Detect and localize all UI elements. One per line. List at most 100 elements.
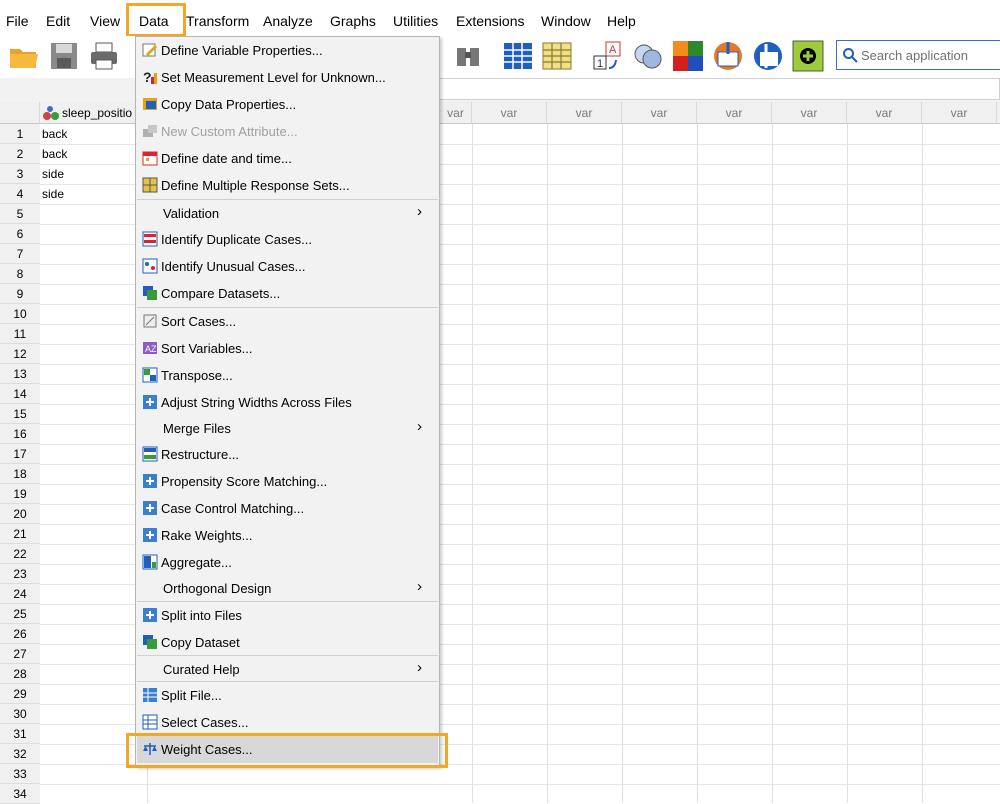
menu-utilities[interactable]: Utilities [393, 13, 438, 29]
menu-item-adjust-string-widths[interactable]: Adjust String Widths Across Files [137, 389, 438, 416]
menu-item-propensity-score-matching[interactable]: Propensity Score Matching... [137, 468, 438, 495]
custom-attribute-icon [143, 125, 157, 137]
menu-item-orthogonal-design[interactable]: Orthogonal Design › [137, 575, 438, 602]
go-to-variable-icon[interactable] [541, 40, 573, 72]
row-header[interactable]: 33 [0, 764, 40, 784]
menu-item-sort-cases[interactable]: Sort Cases... [137, 308, 438, 335]
row-header[interactable]: 18 [0, 464, 40, 484]
row-header[interactable]: 25 [0, 604, 40, 624]
menu-item-split-into-files[interactable]: Split into Files [137, 602, 438, 629]
row-header[interactable]: 9 [0, 284, 40, 304]
row-header[interactable]: 5 [0, 204, 40, 224]
menu-item-select-cases[interactable]: Select Cases... [137, 709, 438, 736]
data-cell[interactable]: side [42, 184, 64, 204]
menu-item-split-file[interactable]: Split File... [137, 682, 438, 709]
row-header[interactable]: 8 [0, 264, 40, 284]
menu-item-define-date-and-time[interactable]: Define date and time... [137, 145, 438, 172]
menu-item-copy-dataset[interactable]: Copy Dataset [137, 629, 438, 656]
row-header[interactable]: 29 [0, 684, 40, 704]
row-header[interactable]: 14 [0, 384, 40, 404]
data-cell[interactable]: back [42, 124, 67, 144]
menu-edit[interactable]: Edit [46, 13, 70, 29]
row-header[interactable]: 26 [0, 624, 40, 644]
row-header[interactable]: 13 [0, 364, 40, 384]
menu-window[interactable]: Window [541, 13, 591, 29]
menu-item-copy-data-properties[interactable]: Copy Data Properties... [137, 91, 438, 118]
menu-item-define-variable-properties[interactable]: Define Variable Properties... [137, 37, 438, 64]
cell-content-field[interactable] [440, 78, 1000, 100]
column-header-var[interactable]: var [472, 102, 547, 124]
row-header[interactable]: 15 [0, 404, 40, 424]
row-header[interactable]: 16 [0, 424, 40, 444]
row-header[interactable]: 6 [0, 224, 40, 244]
menu-item-rake-weights[interactable]: Rake Weights... [137, 522, 438, 549]
column-header-var[interactable]: var [440, 102, 472, 124]
row-header[interactable]: 1 [0, 124, 40, 144]
menu-item-merge-files[interactable]: Merge Files › [137, 415, 438, 442]
menu-transform[interactable]: Transform [186, 13, 249, 29]
open-folder-icon[interactable] [8, 40, 40, 72]
column-header-var[interactable]: var [697, 102, 772, 124]
menu-item-transpose[interactable]: Transpose... [137, 362, 438, 389]
save-icon[interactable] [48, 40, 80, 72]
menu-item-sort-variables[interactable]: AZ Sort Variables... [137, 335, 438, 362]
menu-item-validation[interactable]: Validation › [137, 200, 438, 227]
show-all-variables-icon[interactable] [672, 40, 704, 72]
row-header[interactable]: 7 [0, 244, 40, 264]
column-header-var[interactable]: var [922, 102, 997, 124]
row-header[interactable]: 34 [0, 784, 40, 804]
row-header[interactable]: 2 [0, 144, 40, 164]
run-descriptives-icon[interactable] [752, 40, 784, 72]
print-icon[interactable] [88, 40, 120, 72]
row-header[interactable]: 32 [0, 744, 40, 764]
row-header[interactable]: 12 [0, 344, 40, 364]
menu-analyze[interactable]: Analyze [263, 13, 313, 29]
aggregate-icon [142, 554, 158, 570]
row-header[interactable]: 22 [0, 544, 40, 564]
column-header-var[interactable]: var [847, 102, 922, 124]
menu-item-aggregate[interactable]: Aggregate... [137, 549, 438, 576]
row-header[interactable]: 30 [0, 704, 40, 724]
menu-item-set-measurement-level[interactable]: ? Set Measurement Level for Unknown... [137, 64, 438, 91]
row-header[interactable]: 24 [0, 584, 40, 604]
row-header[interactable]: 19 [0, 484, 40, 504]
menu-item-case-control-matching[interactable]: Case Control Matching... [137, 495, 438, 522]
menu-file[interactable]: File [6, 13, 29, 29]
row-header[interactable]: 27 [0, 644, 40, 664]
row-header[interactable]: 20 [0, 504, 40, 524]
binoculars-icon[interactable] [452, 40, 484, 72]
use-sets-icon[interactable] [632, 40, 664, 72]
menu-item-curated-help[interactable]: Curated Help › [137, 656, 438, 683]
spelling-icon[interactable] [712, 40, 744, 72]
corner-cell[interactable] [0, 102, 40, 124]
menu-item-identify-unusual-cases[interactable]: Identify Unusual Cases... [137, 253, 438, 280]
column-header-var[interactable]: var [622, 102, 697, 124]
row-header[interactable]: 4 [0, 184, 40, 204]
menu-item-identify-duplicate-cases[interactable]: Identify Duplicate Cases... [137, 226, 438, 253]
menu-extensions[interactable]: Extensions [456, 13, 524, 29]
row-header[interactable]: 3 [0, 164, 40, 184]
plus-icon [143, 474, 157, 488]
row-header[interactable]: 31 [0, 724, 40, 744]
value-labels-icon[interactable]: A 1 [592, 40, 624, 72]
data-cell[interactable]: side [42, 164, 64, 184]
menu-help[interactable]: Help [607, 13, 636, 29]
data-cell[interactable]: back [42, 144, 67, 164]
column-header-sleep-position[interactable]: sleep_positio [40, 102, 148, 124]
go-to-case-icon[interactable] [502, 40, 534, 72]
menu-item-define-multiple-response-sets[interactable]: Define Multiple Response Sets... [137, 172, 438, 199]
menu-item-compare-datasets[interactable]: Compare Datasets... [137, 280, 438, 307]
menu-graphs[interactable]: Graphs [330, 13, 376, 29]
row-header[interactable]: 23 [0, 564, 40, 584]
row-header[interactable]: 21 [0, 524, 40, 544]
column-header-var[interactable]: var [547, 102, 622, 124]
menu-item-restructure[interactable]: Restructure... [137, 441, 438, 468]
row-header[interactable]: 17 [0, 444, 40, 464]
extension-add-icon[interactable] [792, 40, 824, 72]
menu-view[interactable]: View [90, 13, 120, 29]
row-header[interactable]: 28 [0, 664, 40, 684]
search-application-input[interactable]: Search application [836, 40, 1000, 70]
row-header[interactable]: 10 [0, 304, 40, 324]
row-header[interactable]: 11 [0, 324, 40, 344]
column-header-var[interactable]: var [772, 102, 847, 124]
